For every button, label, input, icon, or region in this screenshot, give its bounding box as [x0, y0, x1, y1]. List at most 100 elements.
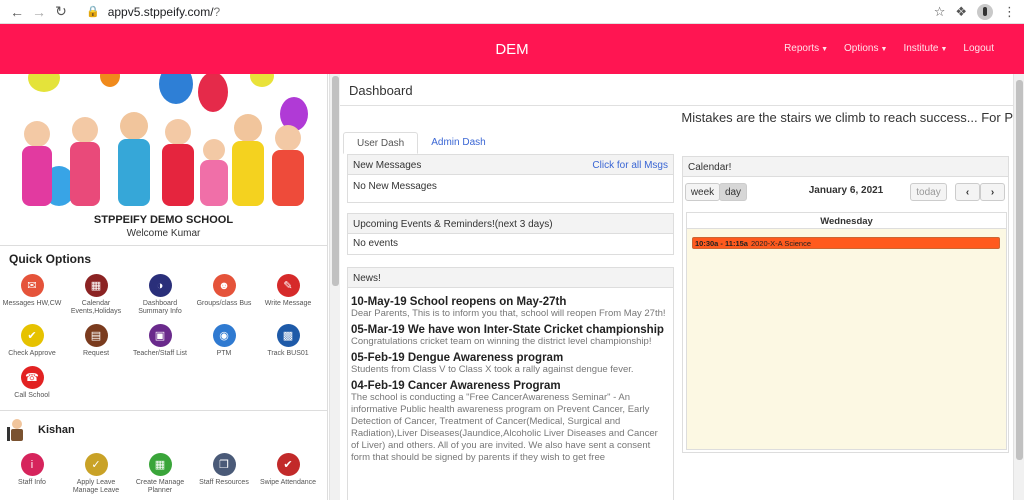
quick-option-dashboard[interactable]: ◑ Dashboard Summary Info [128, 274, 192, 316]
news-item-desc: Congratulations cricket team on winning … [351, 336, 652, 347]
presentation-icon: ▣ [148, 324, 172, 347]
quick-option-track-bus[interactable]: ▩ Track BUS01 [256, 324, 320, 358]
staff-options-grid: i Staff Info ✓ Apply Leave Manage Leave … [0, 453, 327, 495]
extensions-icon[interactable]: ❖ [955, 4, 967, 20]
quote-marquee: Mistakes are the stairs we climb to reac… [681, 110, 1013, 125]
pencil-icon: ✎ [276, 274, 300, 297]
new-messages-body: No New Messages [353, 181, 437, 192]
quick-option-groups[interactable]: ☻ Groups/class Bus [192, 274, 256, 316]
quick-options-grid: ✉ Messages HW,CW ▦ Calendar Events,Holid… [0, 274, 327, 400]
news-title: News! [348, 268, 673, 288]
nav-reports[interactable]: Reports ▼ [784, 43, 828, 54]
calendar-title: Calendar! [683, 157, 1008, 177]
news-item-title: 10-May-19 School reopens on May-27th [351, 296, 567, 308]
news-item[interactable]: 10-May-19 School reopens on May-27th Dea… [351, 296, 673, 320]
news-item-title: 05-Feb-19 Dengue Awareness program [351, 352, 564, 364]
news-item-desc: The school is conducting a "Free CancerA… [351, 392, 658, 463]
events-panel: Upcoming Events & Reminders!(next 3 days… [347, 213, 674, 255]
quick-option-calendar[interactable]: ▦ Calendar Events,Holidays [64, 274, 128, 316]
news-item-title: 04-Feb-19 Cancer Awareness Program [351, 380, 561, 392]
divider [0, 410, 327, 411]
welcome-text: Welcome Kumar [126, 228, 201, 239]
nav-options[interactable]: Options ▼ [844, 43, 887, 54]
envelope-icon: ✉ [20, 274, 44, 297]
calendar-day-name: Wednesday [687, 213, 1006, 229]
kebab-menu-icon[interactable]: ⋮ [1003, 4, 1016, 20]
profile-avatar[interactable] [977, 4, 993, 20]
briefcase-icon: ▤ [84, 324, 108, 347]
reload-icon[interactable]: ↻ [50, 1, 72, 23]
scrollbar-thumb[interactable] [1016, 80, 1023, 460]
quick-option-ptm[interactable]: ◉ PTM [192, 324, 256, 358]
tab-admin-dash[interactable]: Admin Dash [418, 132, 498, 154]
quick-option-call-school[interactable]: ☎ Call School [0, 366, 64, 400]
caret-down-icon: ▼ [821, 46, 829, 53]
phone-icon: ☎ [20, 366, 44, 389]
staff-option-planner[interactable]: ▦ Create Manage Planner [128, 453, 192, 495]
news-item-desc: Dear Parents, This is to inform you that… [351, 308, 666, 319]
events-body: No events [353, 238, 399, 249]
calendar-icon: ▦ [84, 274, 108, 297]
sidebar-scrollbar[interactable] [329, 74, 340, 500]
caret-down-icon: ▼ [940, 46, 948, 53]
divider [0, 245, 327, 246]
nav-logout[interactable]: Logout [963, 43, 994, 54]
scrollbar-thumb[interactable] [332, 76, 339, 286]
quick-option-messages[interactable]: ✉ Messages HW,CW [0, 274, 64, 316]
copy-icon: ❐ [212, 453, 236, 476]
forward-arrow-icon[interactable]: → [28, 1, 50, 23]
bus-icon: ▩ [276, 324, 300, 347]
school-banner-image [0, 74, 327, 212]
news-item-desc: Students from Class V to Class X took a … [351, 364, 634, 375]
url-path: ? [213, 4, 221, 19]
staff-option-info[interactable]: i Staff Info [0, 453, 64, 495]
quick-option-check-approve[interactable]: ✔ Check Approve [0, 324, 64, 358]
star-icon[interactable]: ☆ [934, 4, 946, 20]
caret-down-icon: ▼ [880, 46, 888, 53]
calendar-event[interactable]: 10:30a - 11:15a 2020-X-A Science [692, 237, 1000, 249]
back-arrow-icon[interactable]: ← [6, 1, 28, 23]
quick-option-teacher-staff[interactable]: ▣ Teacher/Staff List [128, 324, 192, 358]
dashboard-tabs: User Dash Admin Dash [343, 132, 499, 154]
thumbs-up-icon: ✔ [20, 324, 44, 347]
staff-option-resources[interactable]: ❐ Staff Resources [192, 453, 256, 495]
next-day-button[interactable]: › [980, 183, 1005, 201]
prev-day-button[interactable]: ‹ [955, 183, 980, 201]
quick-option-write-message[interactable]: ✎ Write Message [256, 274, 320, 316]
browser-toolbar: ← → ↻ 🔒 appv5.stppeify.com/? ☆ ❖ ⋮ [0, 0, 1024, 24]
pie-chart-icon: ◑ [148, 274, 172, 297]
news-item[interactable]: 04-Feb-19 Cancer Awareness Program The s… [351, 380, 673, 464]
left-sidebar: STPPEIFY DEMO SCHOOL Welcome Kumar Quick… [0, 74, 328, 500]
tab-user-dash[interactable]: User Dash [343, 132, 419, 154]
event-title: 2020-X-A Science [750, 239, 812, 248]
today-button[interactable]: today [910, 183, 947, 201]
news-panel: News! 10-May-19 School reopens on May-27… [347, 267, 674, 500]
groups-icon: ☻ [212, 274, 236, 297]
camera-icon: ◉ [212, 324, 236, 347]
calendar-toolbar: week day January 6, 2021 today ‹ › [683, 177, 1008, 205]
nav-institute[interactable]: Institute ▼ [903, 43, 947, 54]
calendar-check-icon: ✓ [84, 453, 108, 476]
news-item[interactable]: 05-Mar-19 We have won Inter-State Cricke… [351, 324, 673, 348]
quick-options-title: Quick Options [9, 252, 92, 266]
info-icon: i [20, 453, 44, 476]
quick-option-request[interactable]: ▤ Request [64, 324, 128, 358]
all-messages-link[interactable]: Click for all Msgs [592, 160, 668, 171]
new-messages-panel: New Messages Click for all Msgs No New Me… [347, 154, 674, 203]
lock-icon: 🔒 [86, 6, 100, 18]
staff-option-leave[interactable]: ✓ Apply Leave Manage Leave [64, 453, 128, 495]
teacher-avatar-icon [6, 417, 28, 443]
grid-icon: ▦ [148, 453, 172, 476]
check-calendar-icon: ✔ [276, 453, 300, 476]
calendar-panel: Calendar! week day January 6, 2021 today… [682, 156, 1009, 453]
url-host: appv5.stppeify.com/ [107, 4, 214, 19]
event-time: 10:30a - 11:15a [695, 239, 748, 248]
staff-option-attendance[interactable]: ✔ Swipe Attendance [256, 453, 320, 495]
school-name: STPPEIFY DEMO SCHOOL [93, 214, 234, 226]
news-item[interactable]: 05-Feb-19 Dengue Awareness program Stude… [351, 352, 673, 376]
news-item-title: 05-Mar-19 We have won Inter-State Cricke… [351, 324, 664, 336]
top-nav: Reports ▼ Options ▼ Institute ▼ Logout [784, 43, 994, 54]
main-scrollbar[interactable] [1013, 74, 1024, 500]
address-bar[interactable]: 🔒 appv5.stppeify.com/? [86, 5, 220, 19]
staff-user-row: Kishan [6, 417, 327, 443]
